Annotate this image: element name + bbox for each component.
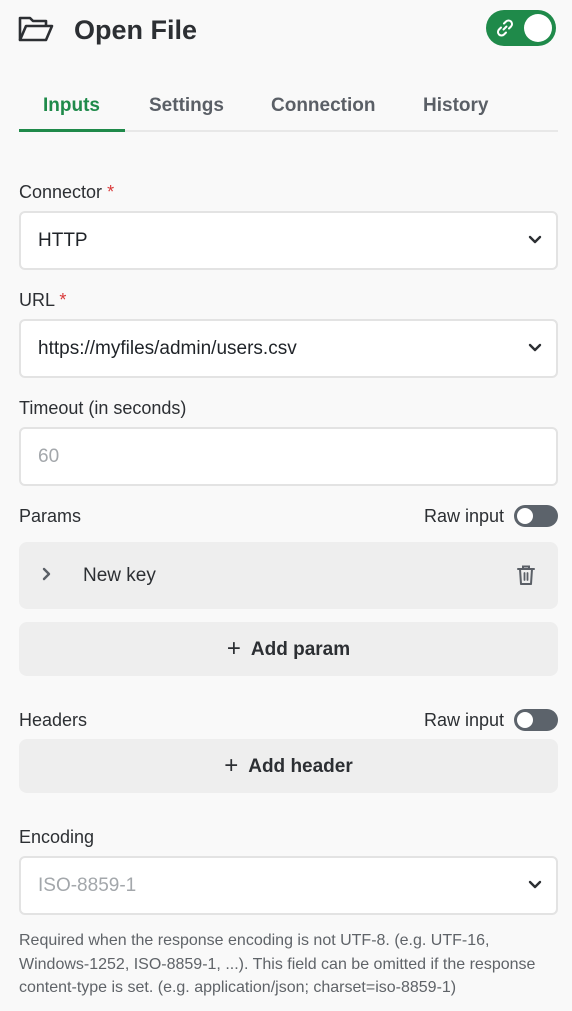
toggle-knob xyxy=(524,14,552,42)
headers-raw-input: Raw input xyxy=(358,708,558,732)
params-raw-input: Raw input xyxy=(358,504,558,528)
toggle-knob xyxy=(517,712,533,728)
add-param-label: Add param xyxy=(250,639,351,660)
link-icon xyxy=(496,19,514,37)
raw-input-label: Raw input xyxy=(423,710,504,730)
tab-settings[interactable]: Settings xyxy=(149,94,224,118)
tab-history[interactable]: History xyxy=(423,94,488,118)
encoding-select[interactable]: ISO-8859-1 xyxy=(19,856,558,915)
url-select[interactable]: https://myfiles/admin/users.csv xyxy=(19,319,558,378)
encoding-label: Encoding xyxy=(19,827,95,847)
add-header-button[interactable]: + Add header xyxy=(19,739,558,793)
chevron-down-icon xyxy=(528,343,542,352)
url-value: https://myfiles/admin/users.csv xyxy=(38,338,297,359)
url-label: URL * xyxy=(19,288,66,312)
param-item: New key xyxy=(19,542,558,609)
plus-icon: + xyxy=(226,635,241,662)
params-raw-toggle[interactable] xyxy=(514,505,558,527)
tab-inputs[interactable]: Inputs xyxy=(43,94,100,118)
timeout-input[interactable]: 60 xyxy=(19,427,558,486)
folder-open-icon xyxy=(18,16,54,42)
toggle-knob xyxy=(517,508,533,524)
chevron-down-icon xyxy=(528,880,542,889)
param-key-label: New key xyxy=(83,565,156,586)
required-marker: * xyxy=(107,182,115,202)
timeout-label: Timeout (in seconds) xyxy=(19,398,187,418)
connector-select[interactable]: HTTP xyxy=(19,211,558,270)
active-tab-indicator xyxy=(19,129,125,132)
params-label: Params xyxy=(19,506,82,526)
encoding-help-text: Required when the response encoding is n… xyxy=(19,932,536,996)
timeout-placeholder: 60 xyxy=(38,446,60,467)
link-toggle[interactable] xyxy=(486,10,556,46)
url-label-text: URL xyxy=(19,290,55,310)
headers-label: Headers xyxy=(19,710,88,730)
tab-connection[interactable]: Connection xyxy=(271,94,376,118)
trash-icon[interactable] xyxy=(516,564,536,586)
raw-input-label: Raw input xyxy=(423,506,504,526)
tab-bar: Inputs Settings Connection History xyxy=(19,80,558,132)
encoding-placeholder: ISO-8859-1 xyxy=(38,875,137,896)
headers-raw-toggle[interactable] xyxy=(514,709,558,731)
chevron-right-icon[interactable] xyxy=(42,567,52,581)
connector-label-text: Connector xyxy=(19,182,103,202)
required-marker: * xyxy=(59,290,67,310)
add-header-label: Add header xyxy=(248,756,353,777)
connector-value: HTTP xyxy=(38,230,88,251)
page-title: Open File xyxy=(74,15,198,45)
chevron-down-icon xyxy=(528,235,542,244)
connector-label: Connector * xyxy=(19,180,114,204)
plus-icon: + xyxy=(224,752,239,779)
header: Open File xyxy=(18,10,556,50)
add-param-button[interactable]: + Add param xyxy=(19,622,558,676)
